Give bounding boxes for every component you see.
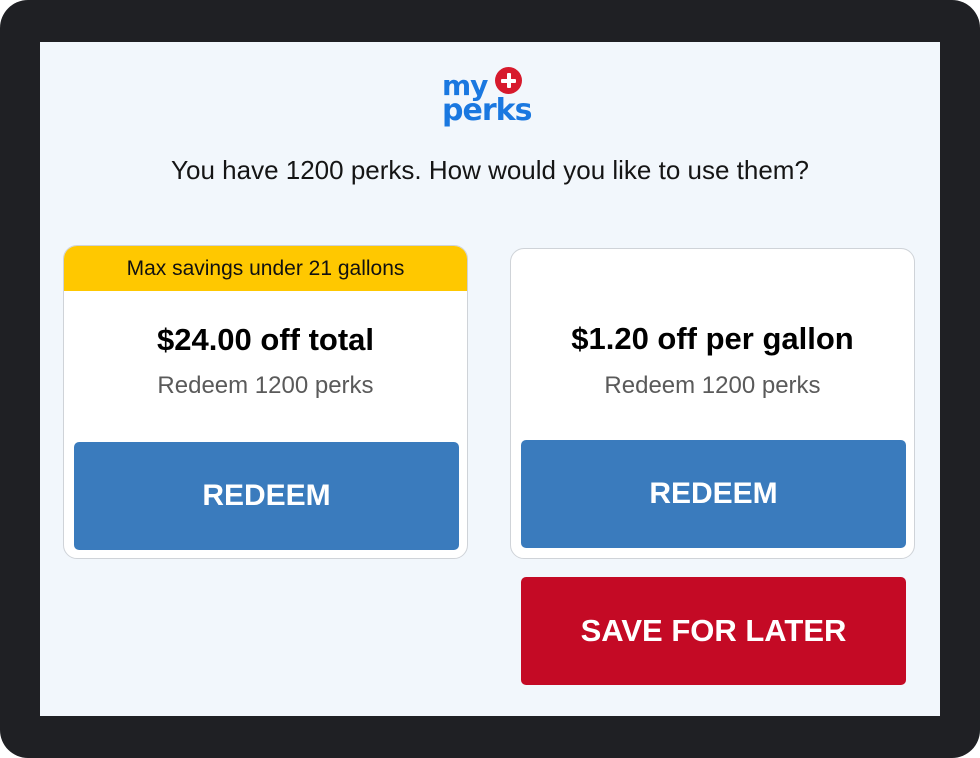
save-for-later-button[interactable]: SAVE FOR LATER	[521, 577, 906, 685]
kiosk-screen: my perks You have 1200 perks. How would …	[40, 42, 940, 716]
offer-card-total: Max savings under 21 gallons $24.00 off …	[63, 245, 468, 559]
offer-subtitle: Redeem 1200 perks	[157, 372, 374, 399]
redeem-per-gallon-button[interactable]: REDEEM	[521, 440, 906, 548]
logo-word-perks: perks	[442, 93, 532, 128]
perks-prompt: You have 1200 perks. How would you like …	[171, 155, 809, 185]
offer-title: $24.00 off total	[156, 322, 375, 357]
device-bezel: my perks You have 1200 perks. How would …	[0, 0, 980, 758]
max-savings-badge: Max savings under 21 gallons	[64, 246, 467, 291]
myperks-logo: my perks	[442, 66, 542, 130]
plus-icon	[495, 67, 522, 94]
offer-subtitle: Redeem 1200 perks	[604, 372, 821, 399]
offer-title: $1.20 off per gallon	[571, 321, 854, 356]
offer-card-per-gallon: $1.20 off per gallon Redeem 1200 perks R…	[510, 248, 915, 559]
redeem-total-button[interactable]: REDEEM	[74, 442, 459, 550]
